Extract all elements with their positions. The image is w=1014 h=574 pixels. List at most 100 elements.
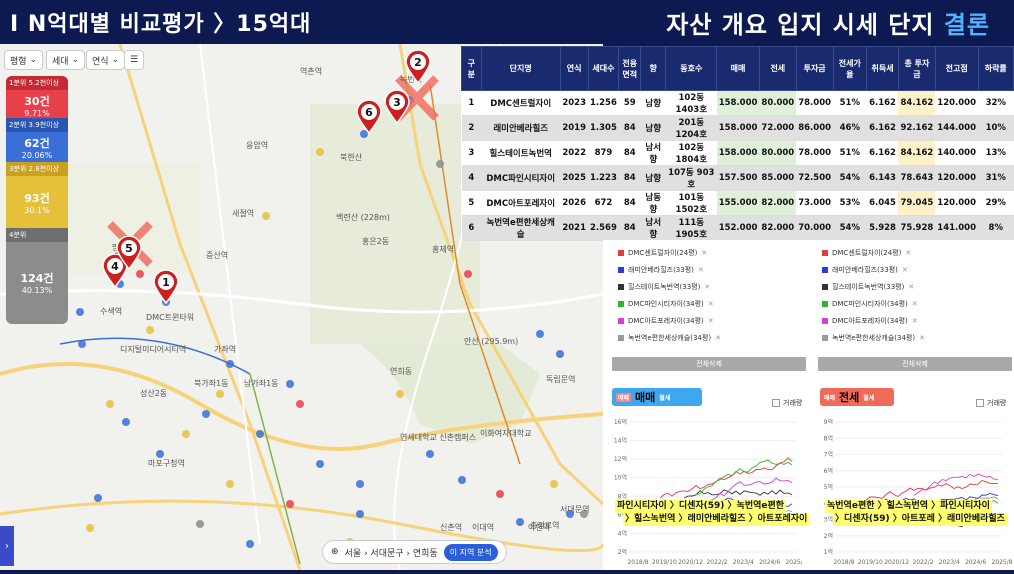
column-header[interactable]: 세대수 xyxy=(587,46,620,91)
comparison-table: 구분 단지명 연식 세대수 전용면적 향 동호수 매매 전세 투자금 전세가율 취득세 총 투자금 전고점… xyxy=(461,46,1014,241)
column-header[interactable]: 구분 xyxy=(461,46,482,91)
column-header[interactable]: 하락률 xyxy=(977,46,1014,91)
location-bar[interactable]: ⊕ 서울 › 서대문구 › 연희동 이 지역 분석 xyxy=(322,540,507,564)
table-cell: 85.000 xyxy=(759,165,797,191)
color-swatch xyxy=(618,266,624,273)
legend-q3-count: 93건 xyxy=(24,192,50,205)
trade-volume-toggle[interactable]: 거래량 xyxy=(772,398,802,408)
pin-1[interactable]: 1 xyxy=(153,270,179,304)
table-row[interactable]: 2 래미안베라힐즈 2019 1.305 84 남향 201동 1204호 158.000 72… xyxy=(461,115,1014,141)
remove-icon[interactable]: ✕ xyxy=(908,283,914,291)
complex-item[interactable]: 힐스테이트녹번역(33평) ✕ xyxy=(816,278,1012,295)
trade-delete-all-button[interactable]: 전체삭제 xyxy=(612,357,806,371)
column-header[interactable]: 취득세 xyxy=(866,46,899,91)
remove-icon[interactable]: ✕ xyxy=(704,283,710,291)
column-header[interactable]: 전세가율 xyxy=(832,46,868,91)
table-cell: 84 xyxy=(618,140,641,166)
map-label: 디지털미디어시티역 xyxy=(120,345,187,354)
table-cell: 남서향 xyxy=(640,140,666,166)
complex-name: DMC센트럴자이(24평) xyxy=(628,248,698,257)
table-cell: 2021 xyxy=(560,215,588,241)
column-header[interactable]: 동호수 xyxy=(665,46,718,91)
legend-q2[interactable]: 2분위 3.9천이상 62건 20.06% xyxy=(6,118,68,162)
x-tick-label: 2023/4 xyxy=(939,559,960,566)
table-cell: 남서향 xyxy=(640,215,666,241)
complex-item[interactable]: 녹번역e편한세상캐슬(34평) ✕ xyxy=(816,329,1012,346)
table-cell: 78.000 xyxy=(796,90,834,116)
remove-icon[interactable]: ✕ xyxy=(708,317,714,325)
column-header[interactable]: 단지명 xyxy=(480,46,561,91)
remove-icon[interactable]: ✕ xyxy=(902,266,908,274)
table-cell: 70.000 xyxy=(796,215,834,241)
x-tick-label: 2024/6 xyxy=(759,559,780,566)
legend-q1[interactable]: 1분위 5.2천이상 30건 9.71% xyxy=(6,76,68,118)
column-header[interactable]: 전세 xyxy=(758,46,797,91)
area-analysis-button[interactable]: 이 지역 분석 xyxy=(443,543,498,561)
remove-icon[interactable]: ✕ xyxy=(708,300,714,308)
table-row[interactable]: 4 DMC파인시티자이 2025 1.223 84 남향 107동 903호 157.500 8… xyxy=(461,165,1014,191)
jeonse-delete-all-button[interactable]: 전체삭제 xyxy=(818,357,1012,371)
filter-households-label: 세대 xyxy=(52,56,69,67)
filter-size-dropdown[interactable]: 평형 ⌄ xyxy=(4,50,44,70)
filter-households-dropdown[interactable]: 세대 ⌄ xyxy=(46,50,86,70)
table-cell: 남향 xyxy=(640,115,666,141)
table-row[interactable]: 6 녹번역e편한세상캐슬 2021 2.569 84 남서향 111동 1905호 152.0… xyxy=(461,215,1014,241)
pin-5-label: 5 xyxy=(125,242,133,255)
sliders-icon: ☰ xyxy=(130,55,139,65)
trade-tag-sale: 매매 xyxy=(616,392,632,402)
remove-icon[interactable]: ✕ xyxy=(912,317,918,325)
section-nav-items: 자산 개요 입지 시세 단지 xyxy=(666,10,935,39)
complex-name: DMC아트포레자이(34평) xyxy=(832,316,908,325)
column-header[interactable]: 총 투자금 xyxy=(897,46,936,91)
complex-item[interactable]: DMC파인시티자이(34평) ✕ xyxy=(816,295,1012,312)
column-header[interactable]: 투자금 xyxy=(795,46,834,91)
color-swatch xyxy=(822,317,828,324)
jeonse-volume-toggle[interactable]: 거래량 xyxy=(976,398,1006,408)
column-header[interactable]: 전고점 xyxy=(934,46,979,91)
table-row[interactable]: 3 힐스테이트녹번역 2022 879 84 남서향 102동 1804호 158.000 80… xyxy=(461,140,1014,166)
price-marker xyxy=(136,270,144,278)
trade-title-text: 매매 xyxy=(635,391,656,404)
legend-q3[interactable]: 3분위 2.8천이상 93건 30.1% xyxy=(6,162,68,228)
pin-5[interactable]: 5 xyxy=(116,236,142,270)
section-nav: 자산 개요 입지 시세 단지 결론 xyxy=(666,5,990,40)
complex-item[interactable]: DMC파인시티자이(34평) ✕ xyxy=(612,295,808,312)
filter-year-dropdown[interactable]: 연식 ⌄ xyxy=(86,50,126,70)
complex-item[interactable]: 녹번역e편한세상캐슬(34평) ✕ xyxy=(612,329,808,346)
filter-settings-button[interactable]: ☰ xyxy=(124,50,145,70)
pin-6[interactable]: 6 xyxy=(356,100,382,134)
pin-3-label: 3 xyxy=(393,96,401,109)
complex-item[interactable]: DMC아트포레자이(34평) ✕ xyxy=(816,312,1012,329)
remove-icon[interactable]: ✕ xyxy=(905,249,911,257)
pin-3[interactable]: 3 xyxy=(384,90,410,124)
table-cell: 1.223 xyxy=(588,165,619,191)
pin-2[interactable]: 2 xyxy=(405,50,431,84)
price-marker xyxy=(436,160,444,168)
remove-icon[interactable]: ✕ xyxy=(698,266,704,274)
remove-icon[interactable]: ✕ xyxy=(912,300,918,308)
complex-item[interactable]: 힐스테이트녹번역(33평) ✕ xyxy=(612,278,808,295)
table-row[interactable]: 5 DMC아트포레자이 2026 672 84 남동향 101동 1502호 155.000 8… xyxy=(461,190,1014,216)
complex-item[interactable]: 래미안베라힐즈(33평) ✕ xyxy=(816,261,1012,278)
table-cell: 31% xyxy=(978,165,1014,191)
map-label: 독립문역 xyxy=(546,375,576,384)
table-cell: 72.000 xyxy=(759,115,797,141)
column-header[interactable]: 연식 xyxy=(559,46,589,91)
road xyxy=(0,289,603,314)
column-header[interactable]: 향 xyxy=(640,46,667,91)
remove-icon[interactable]: ✕ xyxy=(701,249,707,257)
complex-item[interactable]: DMC센트럴자이(24평) ✕ xyxy=(816,244,1012,261)
complex-item[interactable]: DMC아트포레자이(34평) ✕ xyxy=(612,312,808,329)
column-header[interactable]: 전용면적 xyxy=(618,46,642,91)
side-expand-tab[interactable]: › xyxy=(0,526,14,566)
complex-item[interactable]: DMC센트럴자이(24평) ✕ xyxy=(612,244,808,261)
remove-icon[interactable]: ✕ xyxy=(919,334,925,342)
price-marker xyxy=(396,390,404,398)
column-header[interactable]: 매매 xyxy=(716,46,760,91)
price-marker xyxy=(76,308,84,316)
chevron-down-icon: ⌄ xyxy=(71,55,80,65)
table-row[interactable]: 1 DMC센트럴자이 2023 1.256 59 남향 102동 1403호 158.000 8… xyxy=(461,90,1014,116)
complex-item[interactable]: 래미안베라힐즈(33평) ✕ xyxy=(612,261,808,278)
remove-icon[interactable]: ✕ xyxy=(715,334,721,342)
legend-q4[interactable]: 4분위 124건 40.13% xyxy=(6,228,68,324)
